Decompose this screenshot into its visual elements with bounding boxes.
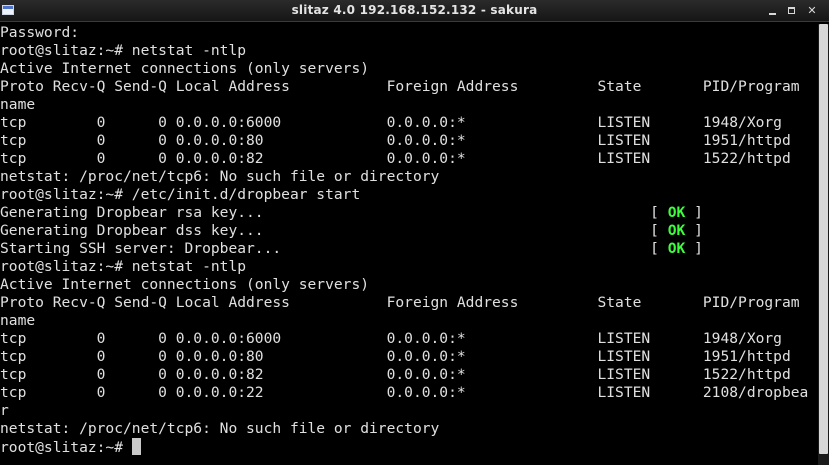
terminal-line: root@slitaz:~# [0,438,818,456]
terminal-line: name [0,312,36,329]
terminal-line: Starting SSH server: Dropbear... [ OK ] [0,240,703,257]
terminal-line: Generating Dropbear rsa key... [ OK ] [0,204,703,221]
terminal-line: Generating Dropbear dss key... [ OK ] [0,222,703,239]
terminal-line: name [0,96,36,113]
terminal-line: tcp 0 0 0.0.0.0:6000 0.0.0.0:* LISTEN 19… [0,114,782,131]
terminal-line: Password: [0,24,80,41]
maximize-button[interactable] [783,2,801,19]
terminal-line: netstat: /proc/net/tcp6: No such file or… [0,420,440,437]
terminal-line: root@slitaz:~# /etc/init.d/dropbear star… [0,186,361,203]
status-ok: OK [667,204,686,221]
status-ok: OK [667,222,686,239]
close-icon: ✕ [807,4,817,17]
minimize-button[interactable] [763,2,781,19]
terminal-line: netstat: /proc/net/tcp6: No such file or… [0,168,440,185]
terminal-line: tcp 0 0 0.0.0.0:82 0.0.0.0:* LISTEN 1522… [0,366,791,383]
window-titlebar[interactable]: slitaz 4.0 192.168.152.132 - sakura ✕ [0,0,829,22]
minimize-icon [769,13,776,15]
scrollbar-thumb[interactable] [819,24,828,454]
terminal-cursor [131,438,141,455]
terminal-line: tcp 0 0 0.0.0.0:22 0.0.0.0:* LISTEN 2108… [0,384,809,401]
status-ok: OK [667,240,686,257]
terminal-line: Proto Recv-Q Send-Q Local Address Foreig… [0,294,800,311]
terminal-line: r [0,402,9,419]
terminal-line: Proto Recv-Q Send-Q Local Address Foreig… [0,78,800,95]
maximize-icon [788,7,795,14]
terminal-scrollbar[interactable] [818,24,829,465]
terminal-line: tcp 0 0 0.0.0.0:82 0.0.0.0:* LISTEN 1522… [0,150,791,167]
terminal-line: root@slitaz:~# netstat -ntlp [0,258,247,275]
terminal-line: Active Internet connections (only server… [0,276,370,293]
terminal-line: root@slitaz:~# netstat -ntlp [0,42,247,59]
terminal-line: tcp 0 0 0.0.0.0:80 0.0.0.0:* LISTEN 1951… [0,132,791,149]
window-title: slitaz 4.0 192.168.152.132 - sakura [291,3,538,17]
terminal-output[interactable]: Password: root@slitaz:~# netstat -ntlp Act… [0,24,818,465]
terminal-line: tcp 0 0 0.0.0.0:80 0.0.0.0:* LISTEN 1951… [0,348,791,365]
terminal-line: tcp 0 0 0.0.0.0:6000 0.0.0.0:* LISTEN 19… [0,330,782,347]
terminal-line: Active Internet connections (only server… [0,60,370,77]
close-button[interactable]: ✕ [803,2,821,19]
